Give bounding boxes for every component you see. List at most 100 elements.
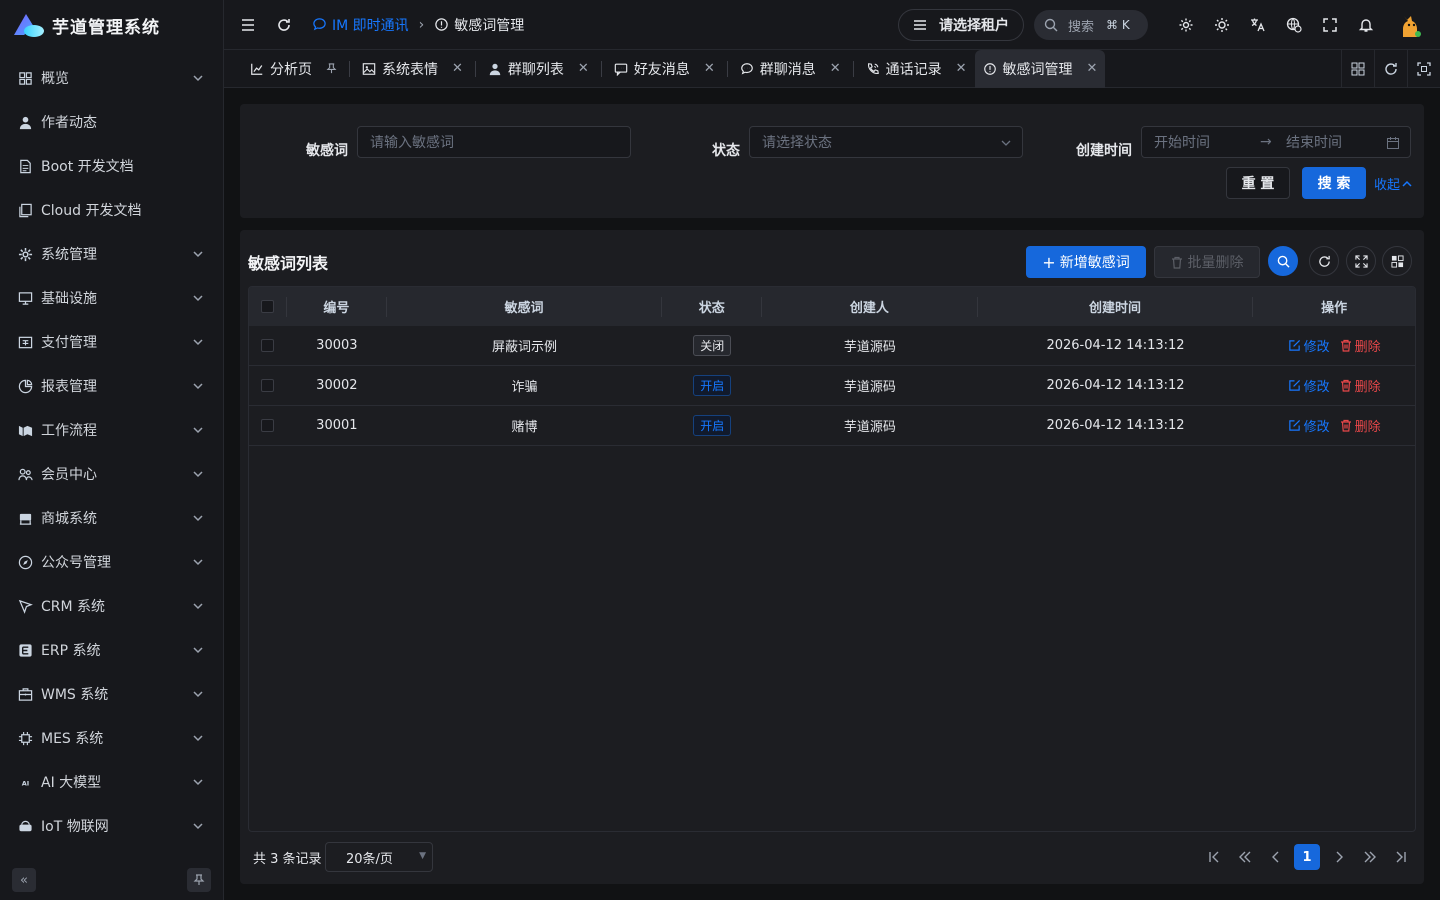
- chevron-down-icon: [192, 556, 204, 568]
- tab[interactable]: 系统表情 ✕: [354, 50, 471, 88]
- tab[interactable]: 分析页: [242, 50, 345, 88]
- column-header: 状态: [662, 296, 763, 317]
- refresh-button[interactable]: [266, 7, 302, 43]
- first-page-button[interactable]: [1198, 842, 1229, 872]
- select-all-cell: [249, 296, 287, 317]
- table-fullscreen-button[interactable]: [1346, 246, 1376, 276]
- sidebar-item[interactable]: 商城系统: [0, 496, 224, 540]
- sidebar-item[interactable]: ERP 系统: [0, 628, 224, 672]
- settings-button[interactable]: [1168, 7, 1204, 43]
- batch-delete-button[interactable]: 批量删除: [1154, 246, 1260, 278]
- page-size-select[interactable]: 20条/页 ▼: [325, 842, 433, 872]
- global-search[interactable]: 搜索 ⌘ K: [1034, 10, 1148, 40]
- sidebar-item[interactable]: 概览: [0, 56, 224, 100]
- timezone-button[interactable]: [1276, 7, 1312, 43]
- sidebar-item[interactable]: 工作流程: [0, 408, 224, 452]
- end-time-input[interactable]: 结束时间: [1286, 132, 1342, 152]
- sidebar-item[interactable]: 报表管理: [0, 364, 224, 408]
- next-page-button[interactable]: [1323, 842, 1354, 872]
- close-icon[interactable]: ✕: [704, 61, 715, 76]
- fullscreen-button[interactable]: [1312, 7, 1348, 43]
- close-icon[interactable]: ✕: [956, 61, 967, 76]
- breadcrumb-parent[interactable]: IM 即时通讯: [312, 15, 409, 35]
- sidebar-item[interactable]: Cloud 开发文档: [0, 188, 224, 232]
- tab[interactable]: 群聊消息 ✕: [732, 50, 849, 88]
- logo[interactable]: 芋道管理系统: [0, 0, 223, 50]
- word-input[interactable]: 请输入敏感词: [357, 126, 631, 158]
- sidebar-item[interactable]: 基础设施: [0, 276, 224, 320]
- pin-icon[interactable]: [326, 63, 337, 74]
- tab-label: 好友消息: [633, 61, 690, 78]
- sidebar-item[interactable]: MES 系统: [0, 716, 224, 760]
- status-select[interactable]: 请选择状态: [749, 126, 1023, 158]
- menu-toggle-button[interactable]: [230, 7, 266, 43]
- next-5-pages-button[interactable]: [1354, 842, 1385, 872]
- sidebar-item[interactable]: CRM 系统: [0, 584, 224, 628]
- trash-icon: [1171, 256, 1182, 269]
- tab-label: 敏感词管理: [1002, 61, 1073, 78]
- sidebar-item[interactable]: 作者动态: [0, 100, 224, 144]
- tab[interactable]: 群聊列表 ✕: [480, 50, 597, 88]
- delete-button[interactable]: 删除: [1340, 416, 1381, 435]
- close-icon[interactable]: ✕: [578, 61, 589, 76]
- sidebar-item[interactable]: AI AI 大模型: [0, 760, 224, 804]
- avatar-icon: [1403, 16, 1421, 37]
- close-icon[interactable]: ✕: [830, 61, 841, 76]
- row-checkbox[interactable]: [261, 339, 275, 352]
- tab-divider: [600, 60, 602, 77]
- tab-grid-button[interactable]: [1341, 50, 1374, 88]
- start-time-input[interactable]: 开始时间: [1154, 132, 1260, 152]
- tab[interactable]: 通话记录 ✕: [858, 50, 975, 88]
- dashboard-icon: [17, 70, 33, 86]
- add-sensitive-word-button[interactable]: + 新增敏感词: [1026, 246, 1146, 278]
- reload-table-button[interactable]: [1309, 246, 1339, 276]
- column-header: 创建时间: [978, 296, 1254, 317]
- language-button[interactable]: [1240, 7, 1276, 43]
- tenant-selector[interactable]: 请选择租户: [898, 9, 1024, 41]
- collapse-toggle[interactable]: 收起: [1374, 174, 1412, 193]
- tab-maximize-button[interactable]: [1407, 50, 1440, 88]
- tab[interactable]: 好友消息 ✕: [606, 50, 723, 88]
- sensitive-word-list: 敏感词列表 + 新增敏感词 批量删除 编号 敏感词 状态 创建人 创建时间 操作 3000…: [240, 230, 1424, 884]
- theme-toggle-button[interactable]: [1204, 7, 1240, 43]
- row-checkbox[interactable]: [261, 379, 275, 392]
- tab[interactable]: 敏感词管理 ✕: [974, 49, 1106, 88]
- sidebar-item[interactable]: 系统管理: [0, 232, 224, 276]
- collapse-sidebar-button[interactable]: «: [12, 868, 36, 892]
- tab-refresh-button[interactable]: [1374, 50, 1407, 88]
- table-header: 编号 敏感词 状态 创建人 创建时间 操作: [249, 287, 1415, 326]
- column-settings-button[interactable]: [1382, 246, 1412, 276]
- sidebar-item[interactable]: 支付管理: [0, 320, 224, 364]
- notifications-button[interactable]: [1348, 7, 1384, 43]
- sidebar-item[interactable]: 公众号管理: [0, 540, 224, 584]
- sidebar-item[interactable]: 会员中心: [0, 452, 224, 496]
- close-icon[interactable]: ✕: [452, 61, 463, 76]
- delete-button[interactable]: 删除: [1340, 336, 1381, 355]
- select-all-checkbox[interactable]: [260, 300, 274, 313]
- sidebar-item[interactable]: IoT 物联网: [0, 804, 224, 848]
- row-checkbox[interactable]: [261, 419, 275, 432]
- prev-5-pages-button[interactable]: [1229, 842, 1260, 872]
- avatar[interactable]: [1396, 10, 1424, 40]
- toggle-search-button[interactable]: [1268, 246, 1298, 276]
- columns-icon: [1390, 254, 1404, 268]
- sidebar-item[interactable]: WMS 系统: [0, 672, 224, 716]
- delete-button[interactable]: 删除: [1340, 376, 1381, 395]
- chat-icon: [740, 61, 755, 76]
- last-page-button[interactable]: [1385, 842, 1416, 872]
- sidebar-item-label: Cloud 开发文档: [41, 203, 142, 219]
- reset-button[interactable]: 重 置: [1226, 167, 1290, 199]
- close-icon[interactable]: ✕: [1087, 61, 1098, 76]
- page-number-current[interactable]: 1: [1294, 844, 1320, 870]
- sun-icon: [1215, 18, 1229, 32]
- edit-button[interactable]: 修改: [1288, 416, 1330, 435]
- prev-page-button[interactable]: [1260, 842, 1291, 872]
- search-button[interactable]: 搜 索: [1302, 167, 1366, 199]
- sidebar-item[interactable]: Boot 开发文档: [0, 144, 224, 188]
- row-id: 30001: [316, 418, 358, 433]
- created-time-range[interactable]: 开始时间 → 结束时间: [1141, 126, 1411, 158]
- edit-button[interactable]: 修改: [1288, 336, 1330, 355]
- tab-label: 群聊列表: [507, 61, 564, 78]
- pin-sidebar-button[interactable]: [187, 868, 211, 892]
- edit-button[interactable]: 修改: [1288, 376, 1330, 395]
